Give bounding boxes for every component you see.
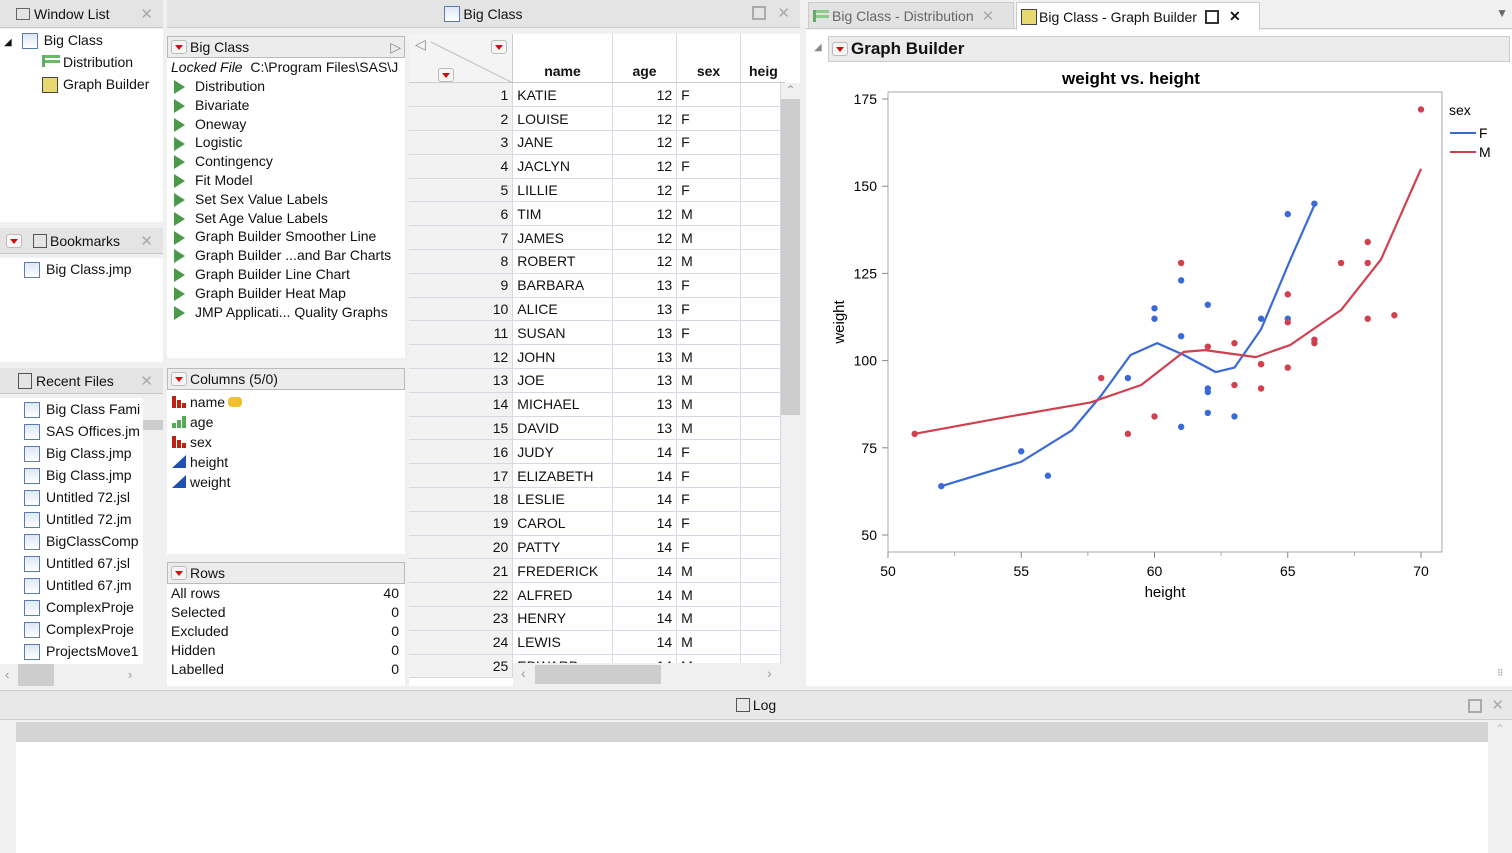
y-axis-label: weight	[831, 299, 848, 344]
x-tick-label: 50	[880, 563, 896, 579]
data-point-M	[1337, 259, 1345, 267]
data-point-F	[1231, 413, 1238, 420]
data-point-M	[1284, 291, 1291, 298]
data-point-M	[1124, 430, 1132, 438]
y-tick-label: 175	[854, 91, 878, 107]
data-point-M	[1098, 374, 1105, 382]
data-point-M	[1151, 413, 1158, 420]
y-tick-label: 75	[861, 440, 877, 456]
data-point-F	[1204, 301, 1212, 308]
y-tick-label: 125	[854, 265, 878, 281]
x-tick-label: 60	[1147, 563, 1163, 579]
log-vscroll[interactable]: ⌃	[1488, 722, 1512, 853]
data-point-F	[1124, 374, 1132, 382]
data-point-F	[1284, 210, 1291, 218]
data-point-M	[1177, 259, 1185, 267]
data-point-F	[1311, 200, 1318, 207]
plot-frame	[887, 91, 1443, 553]
data-point-F	[1257, 315, 1265, 322]
log-icon	[735, 698, 750, 712]
x-tick-label: 65	[1280, 563, 1296, 579]
legend-title: sex	[1449, 102, 1471, 118]
data-point-M	[1417, 106, 1425, 113]
log-header: Log ✕	[0, 690, 1512, 720]
data-point-M	[911, 430, 918, 438]
x-tick-label: 70	[1413, 563, 1429, 579]
data-point-F	[1151, 305, 1158, 312]
data-point-M	[1284, 319, 1291, 326]
log-area[interactable]	[16, 722, 1488, 853]
data-point-M	[1231, 339, 1238, 347]
log-title: Log	[752, 697, 777, 713]
x-tick-label: 55	[1013, 563, 1029, 579]
data-point-M	[1204, 343, 1212, 350]
close-icon[interactable]: ✕	[1491, 696, 1504, 714]
data-point-M	[1391, 312, 1398, 319]
log-toolbar	[16, 722, 1488, 742]
data-point-M	[1257, 385, 1265, 392]
data-point-F	[938, 482, 945, 490]
data-point-M	[1364, 315, 1371, 322]
data-point-F	[1018, 448, 1025, 455]
data-point-M	[1284, 364, 1291, 371]
resize-grip-icon[interactable]: ⠿	[1497, 668, 1504, 679]
y-tick-label: 100	[854, 353, 878, 369]
y-tick-label: 50	[861, 527, 877, 543]
data-point-F	[1204, 409, 1212, 417]
data-point-F	[1177, 277, 1185, 284]
legend-label-M: M	[1479, 144, 1491, 160]
data-point-M	[1364, 259, 1371, 267]
legend-label-F: F	[1479, 125, 1488, 141]
data-point-M	[1311, 336, 1318, 343]
data-point-F	[1177, 332, 1185, 340]
x-axis-label: height	[1145, 584, 1187, 601]
data-point-M	[1257, 360, 1265, 368]
data-point-F	[1177, 423, 1185, 431]
data-point-F	[1151, 315, 1158, 322]
y-tick-label: 150	[854, 178, 878, 194]
maximize-icon[interactable]	[1468, 699, 1482, 713]
chart-title: weight vs. height	[1061, 69, 1200, 88]
scatter-chart: weight vs. height 50 75 100 125 150 175 50 55 60 6…	[831, 69, 1491, 601]
data-point-F	[1044, 472, 1052, 479]
data-point-F	[1204, 385, 1212, 392]
data-point-M	[1364, 238, 1371, 246]
data-point-M	[1231, 381, 1238, 389]
